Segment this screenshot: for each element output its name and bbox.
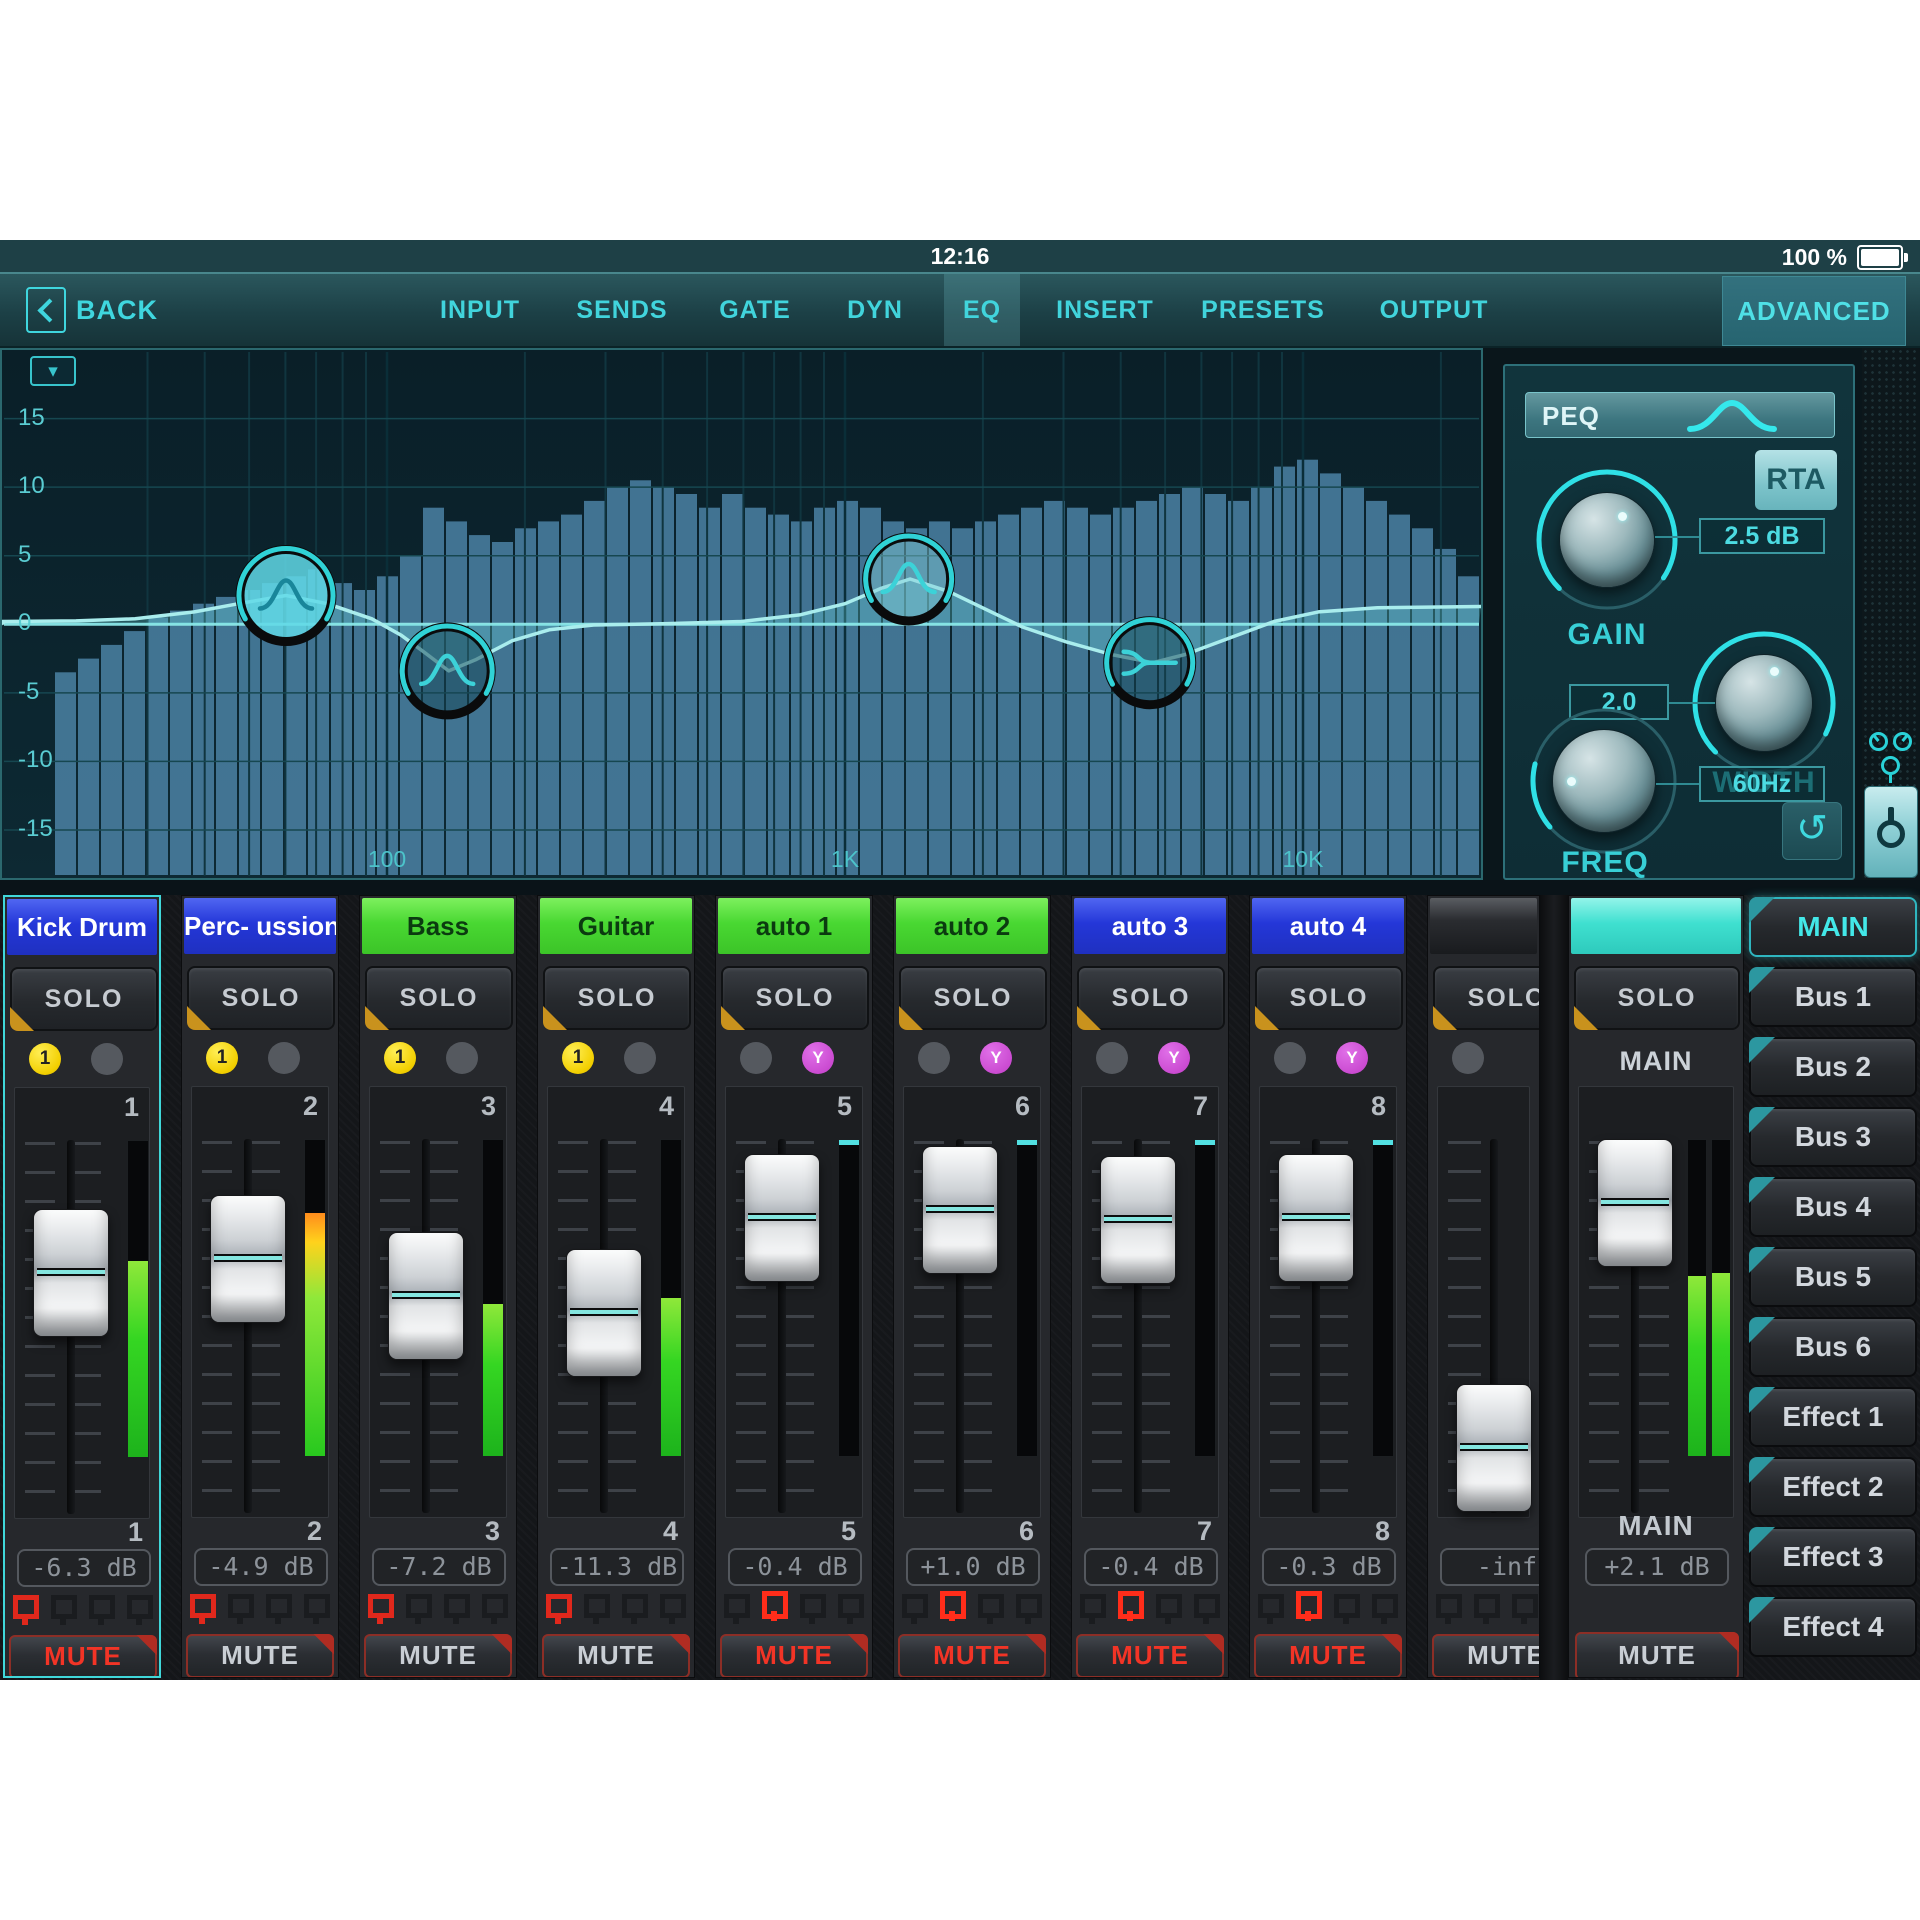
eq-plot (2, 350, 1481, 878)
bus-button-effect-1[interactable]: Effect 1 (1749, 1387, 1917, 1447)
y-axis-label: 5 (18, 541, 31, 569)
advanced-button[interactable]: ADVANCED (1722, 276, 1906, 346)
gain-value: 2.5 dB (1699, 518, 1825, 554)
channel-fader-section: Kick DrumSOLO111-6.3 dBMUTEPerc- ussionS… (0, 895, 1920, 1680)
gain-knob[interactable] (1559, 492, 1655, 588)
eq-band-handle[interactable] (866, 536, 952, 621)
bus-button-effect-2[interactable]: Effect 2 (1749, 1457, 1917, 1517)
battery-icon (1857, 245, 1903, 270)
nav-tabs: INPUT SENDS GATE DYN EQ INSERT PRESETS OUTPUT (0, 274, 1920, 346)
y-axis-label: 15 (18, 404, 45, 432)
eq-band-handle[interactable] (402, 626, 492, 715)
eq-band-handle[interactable] (1107, 620, 1193, 705)
bell-curve-icon (1684, 395, 1780, 437)
y-axis-label: 10 (18, 472, 45, 500)
gain-label: GAIN (1545, 618, 1669, 652)
bus-button-bus-3[interactable]: Bus 3 (1749, 1107, 1917, 1167)
bus-button-effect-4[interactable]: Effect 4 (1749, 1597, 1917, 1657)
bus-select-column: MAIN Bus 1 Bus 2 Bus 3 Bus 4 Bus 5 Bus 6 Effect… (0, 895, 1920, 1680)
battery-percent: 100 % (1782, 244, 1847, 271)
bus-button-bus-5[interactable]: Bus 5 (1749, 1247, 1917, 1307)
freq-label: FREQ (1545, 846, 1665, 880)
bus-button-bus-2[interactable]: Bus 2 (1749, 1037, 1917, 1097)
x-axis-label: 100 (368, 846, 406, 873)
bus-button-bus-1[interactable]: Bus 1 (1749, 967, 1917, 1027)
nav-tab-insert[interactable]: INSERT (1056, 274, 1154, 346)
right-edge-strip (1862, 348, 1920, 880)
eq-power-button[interactable] (1864, 786, 1918, 878)
nav-tab-input[interactable]: INPUT (440, 274, 520, 346)
bus-button-main[interactable]: MAIN (1749, 897, 1917, 957)
freq-knob[interactable] (1552, 729, 1656, 833)
y-axis-label: -15 (18, 815, 53, 843)
x-axis-label: 1K (831, 846, 859, 873)
eq-type-label: PEQ (1542, 401, 1600, 432)
nav-tab-sends[interactable]: SENDS (576, 274, 667, 346)
nav-tab-gate[interactable]: GATE (719, 274, 791, 346)
nav-tab-presets[interactable]: PRESETS (1201, 274, 1325, 346)
y-axis-label: -5 (18, 678, 39, 706)
freq-value: 60Hz (1699, 766, 1825, 802)
rta-button[interactable]: RTA (1755, 450, 1837, 510)
eq-parameter-panel: PEQ RTA 2.5 dB GAIN (1503, 364, 1855, 880)
collapse-graph-icon[interactable]: ▾ (30, 356, 76, 386)
nav-tab-dyn[interactable]: DYN (847, 274, 903, 346)
width-knob[interactable] (1715, 654, 1813, 752)
mixer-app: 12:16 100 % BACK INPUTSENDSGATEDYNEQINSE… (0, 240, 1920, 1680)
eq-section: ▾ 15 10 5 0 -5 -10 -15 100 1K 10K PEQ RTA 2.5 dB … (0, 348, 1920, 880)
mixer-knobs-icon[interactable] (1867, 730, 1915, 782)
reset-button[interactable]: ↺ (1782, 802, 1842, 860)
nav-tab-eq[interactable]: EQ (963, 274, 1001, 346)
top-nav-bar: BACK INPUTSENDSGATEDYNEQINSERTPRESETSOUT… (0, 272, 1920, 348)
bus-button-bus-4[interactable]: Bus 4 (1749, 1177, 1917, 1237)
status-bar: 12:16 100 % (0, 240, 1920, 272)
clock: 12:16 (931, 243, 990, 270)
eq-graph[interactable]: ▾ 15 10 5 0 -5 -10 -15 100 1K 10K (0, 348, 1483, 880)
bus-button-bus-6[interactable]: Bus 6 (1749, 1317, 1917, 1377)
eq-type-selector[interactable]: PEQ (1525, 392, 1835, 438)
bus-button-effect-3[interactable]: Effect 3 (1749, 1527, 1917, 1587)
battery-icon-nub (1904, 253, 1908, 262)
eq-band-handle[interactable] (239, 548, 333, 641)
y-axis-label: 0 (18, 609, 31, 637)
x-axis-label: 10K (1283, 846, 1324, 873)
battery-indicator: 100 % (1782, 244, 1908, 271)
nav-tab-output[interactable]: OUTPUT (1380, 274, 1489, 346)
y-axis-label: -10 (18, 746, 53, 774)
